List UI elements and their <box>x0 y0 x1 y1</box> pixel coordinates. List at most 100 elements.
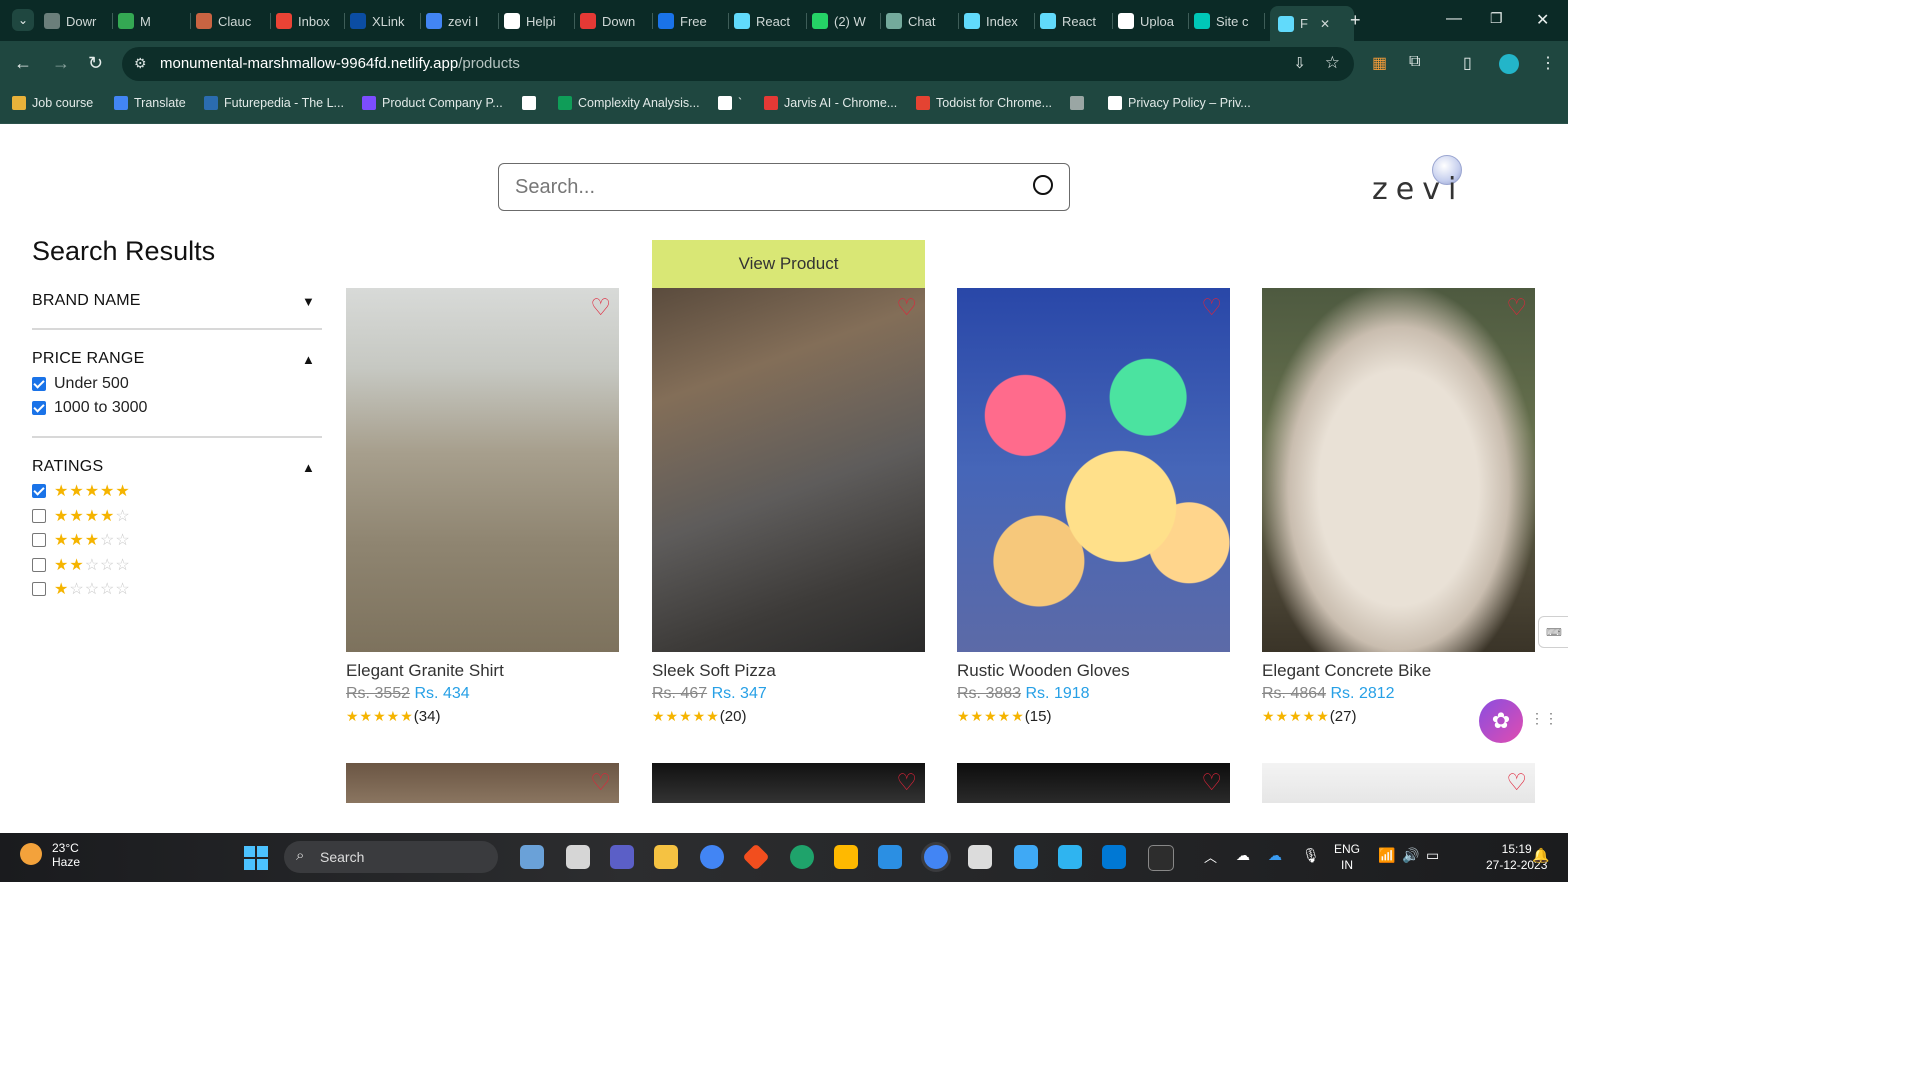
side-panel-handle[interactable]: ⌨ <box>1538 616 1568 648</box>
browser-tab[interactable]: Clauc <box>196 8 262 34</box>
edge-icon[interactable] <box>790 845 814 869</box>
apps-grid-icon[interactable]: ▦ <box>1372 53 1387 73</box>
heart-icon[interactable]: ♡ <box>1201 294 1222 321</box>
chrome-icon[interactable] <box>700 845 724 869</box>
browser-tab[interactable]: Dowr <box>44 8 110 34</box>
bookmark-item[interactable]: Complexity Analysis... <box>558 96 700 110</box>
new-tab-button[interactable]: + <box>1350 10 1361 31</box>
profile-avatar[interactable] <box>1499 54 1519 74</box>
browser-tab[interactable]: Site c <box>1194 8 1260 34</box>
bookmark-item[interactable]: Todoist for Chrome... <box>916 96 1052 110</box>
side-panel-icon[interactable]: ▯ <box>1463 53 1472 73</box>
rating-filter-option[interactable]: ★★☆☆☆ <box>32 555 131 575</box>
bookmark-item[interactable]: Privacy Policy – Priv... <box>1108 96 1251 110</box>
browser-tab[interactable]: XLink <box>350 8 416 34</box>
maximize-icon[interactable]: ❐ <box>1490 10 1503 27</box>
view-product-button[interactable]: View Product <box>652 240 925 288</box>
teams-icon[interactable] <box>610 845 634 869</box>
chevron-down-icon[interactable]: ▼ <box>302 294 315 309</box>
bookmark-item[interactable]: Translate <box>114 96 186 110</box>
onedrive-icon[interactable]: ☁ <box>1268 847 1282 864</box>
product-name[interactable]: Elegant Concrete Bike <box>1262 661 1431 681</box>
checkbox[interactable] <box>32 377 46 391</box>
vscode-icon[interactable] <box>878 845 902 869</box>
task-view-icon[interactable] <box>566 845 590 869</box>
defender-icon[interactable]: ☁ <box>1236 847 1250 864</box>
heart-icon[interactable]: ♡ <box>590 294 611 321</box>
close-window-icon[interactable]: ✕ <box>1536 10 1549 30</box>
tray-chevron-icon[interactable]: ︿ <box>1204 847 1217 866</box>
product-image[interactable] <box>652 763 925 803</box>
bookmark-star-icon[interactable]: ☆ <box>1325 53 1340 73</box>
app-icon[interactable] <box>742 843 770 871</box>
remote-icon[interactable] <box>1102 845 1126 869</box>
language-indicator[interactable]: ENG IN <box>1334 841 1360 873</box>
weather-widget[interactable]: 23°C Haze <box>52 841 80 869</box>
bookmark-item[interactable]: ` <box>718 96 742 110</box>
product-name[interactable]: Rustic Wooden Gloves <box>957 661 1130 681</box>
search-box[interactable] <box>498 163 1070 211</box>
microphone-icon[interactable]: 🎙 <box>1302 847 1320 864</box>
browser-tab[interactable]: Index <box>964 8 1030 34</box>
install-app-icon[interactable]: ⇩ <box>1293 54 1306 72</box>
product-image[interactable] <box>652 288 925 652</box>
checkbox[interactable] <box>32 508 46 523</box>
terminal-icon[interactable] <box>1148 845 1174 871</box>
notes-icon[interactable] <box>1058 845 1082 869</box>
tab-search-button[interactable]: ⌄ <box>12 9 34 31</box>
product-image[interactable] <box>957 763 1230 803</box>
bookmark-item[interactable]: Product Company P... <box>362 96 503 110</box>
browser-tab[interactable]: Down <box>580 8 646 34</box>
rating-filter-option[interactable]: ★★★★★ <box>32 481 131 501</box>
widgets-app-icon[interactable] <box>520 845 544 869</box>
heart-icon[interactable]: ♡ <box>1506 294 1527 321</box>
rating-filter-option[interactable]: ★☆☆☆☆ <box>32 579 131 599</box>
zevi-logo[interactable]: zevi <box>1372 172 1464 207</box>
search-icon[interactable] <box>1033 175 1053 195</box>
notepad-icon[interactable] <box>968 845 992 869</box>
chevron-up-icon[interactable]: ▲ <box>302 460 315 475</box>
browser-tab[interactable]: zevi I <box>426 8 492 34</box>
weather-icon[interactable] <box>20 843 42 865</box>
rating-filter-option[interactable]: ★★★☆☆ <box>32 530 131 550</box>
bookmark-item[interactable] <box>522 96 542 110</box>
product-image[interactable] <box>1262 763 1535 803</box>
browser-tab[interactable]: React <box>734 8 800 34</box>
checkbox[interactable] <box>32 557 46 572</box>
browser-tab[interactable]: F ✕ <box>1270 6 1354 41</box>
checkbox[interactable] <box>32 401 46 415</box>
photos-icon[interactable] <box>1014 845 1038 869</box>
store-icon[interactable] <box>834 845 858 869</box>
checkbox[interactable] <box>32 484 46 498</box>
filter-ratings-heading[interactable]: RATINGS <box>32 458 103 476</box>
browser-tab[interactable]: Helpi <box>504 8 570 34</box>
reload-icon[interactable]: ↻ <box>88 53 103 74</box>
start-icon[interactable] <box>244 846 268 870</box>
address-bar[interactable]: ⚙ monumental-marshmallow-9964fd.netlify.… <box>122 47 1354 81</box>
site-info-icon[interactable]: ⚙ <box>134 55 147 72</box>
taskbar-search[interactable]: ⌕ Search <box>284 841 498 873</box>
battery-icon[interactable]: ▭ <box>1426 847 1439 864</box>
chevron-up-icon[interactable]: ▲ <box>302 352 315 367</box>
bookmark-item[interactable]: Job course <box>12 96 93 110</box>
browser-tab[interactable]: M <box>118 8 184 34</box>
product-image[interactable] <box>346 288 619 652</box>
bookmark-item[interactable] <box>1070 96 1090 110</box>
browser-tab[interactable]: React <box>1040 8 1106 34</box>
price-filter-option[interactable]: Under 500 <box>32 375 129 393</box>
checkbox[interactable] <box>32 582 46 596</box>
checkbox[interactable] <box>32 533 46 547</box>
rating-filter-option[interactable]: ★★★★☆ <box>32 506 131 526</box>
file-explorer-icon[interactable] <box>654 845 678 869</box>
filter-price-heading[interactable]: PRICE RANGE <box>32 350 144 368</box>
product-image[interactable] <box>1262 288 1535 652</box>
heart-icon[interactable]: ♡ <box>590 769 611 796</box>
drag-handle-icon[interactable]: ⋮⋮ <box>1530 710 1558 727</box>
heart-icon[interactable]: ♡ <box>896 769 917 796</box>
browser-tab[interactable]: Inbox <box>276 8 342 34</box>
wifi-icon[interactable]: 📶 <box>1378 847 1395 864</box>
price-filter-option[interactable]: 1000 to 3000 <box>32 399 147 417</box>
back-icon[interactable]: ← <box>14 53 32 74</box>
url-text[interactable]: monumental-marshmallow-9964fd.netlify.ap… <box>160 55 520 72</box>
minimize-icon[interactable]: — <box>1446 10 1462 28</box>
